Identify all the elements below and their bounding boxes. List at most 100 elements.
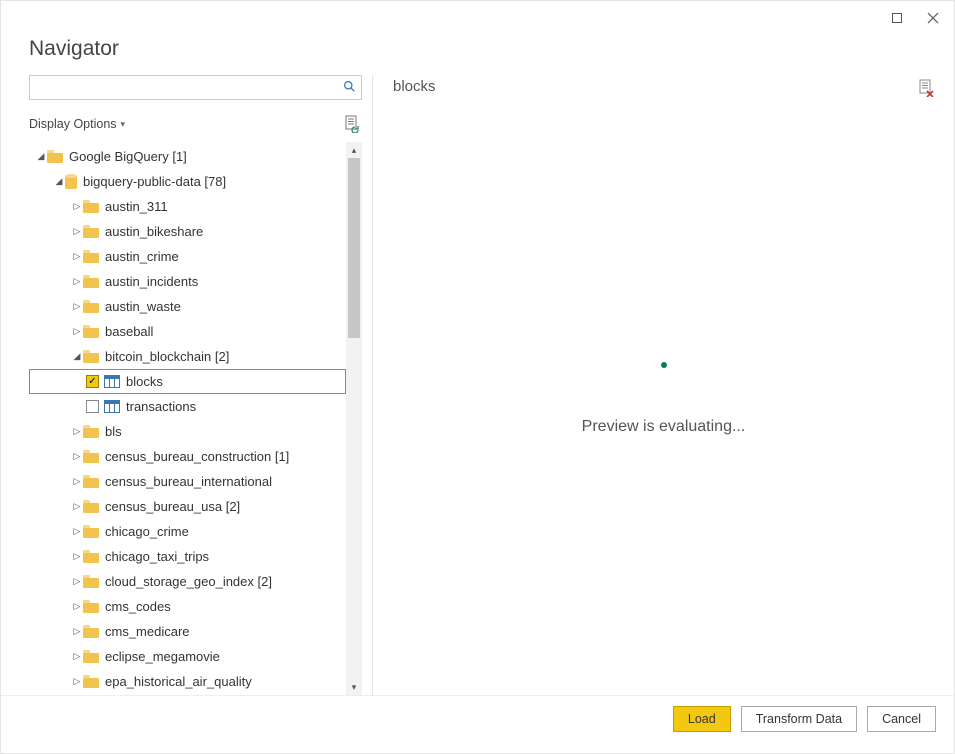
tree-label: austin_311 [105, 199, 168, 214]
folder-icon [83, 450, 99, 463]
preview-pane: blocks Preview is evaluating... [373, 75, 954, 695]
search-box[interactable] [29, 75, 362, 100]
dialog-body: Display Options ▾ ◢ [1, 75, 954, 695]
search-icon[interactable] [337, 80, 361, 96]
folder-icon [83, 300, 99, 313]
tree-node-dataset[interactable]: ▷ cms_codes [29, 594, 346, 619]
transform-data-button[interactable]: Transform Data [741, 706, 857, 732]
expand-icon[interactable]: ▷ [71, 451, 83, 462]
tree-node-dataset[interactable]: ▷ eclipse_megamovie [29, 644, 346, 669]
tree-node-dataset[interactable]: ▷ austin_311 [29, 194, 346, 219]
expand-icon[interactable]: ▷ [71, 301, 83, 312]
expand-icon[interactable]: ▷ [71, 426, 83, 437]
maximize-button[interactable] [888, 9, 906, 27]
expand-icon[interactable]: ▷ [71, 576, 83, 587]
tree-node-dataset[interactable]: ▷ census_bureau_usa [2] [29, 494, 346, 519]
expand-icon[interactable]: ▷ [71, 551, 83, 562]
tree-node-dataset[interactable]: ▷ epa_historical_air_quality [29, 669, 346, 694]
options-row: Display Options ▾ [29, 110, 362, 138]
tree-node-dataset[interactable]: ▷ census_bureau_international [29, 469, 346, 494]
expand-icon[interactable]: ▷ [71, 601, 83, 612]
tree-container: ◢ Google BigQuery [1] ◢ bigquery-public-… [29, 142, 362, 695]
tree-label: cloud_storage_geo_index [2] [105, 574, 272, 589]
spinner-icon [661, 362, 667, 368]
refresh-icon[interactable] [344, 115, 362, 133]
expand-icon[interactable]: ▷ [71, 651, 83, 662]
tree: ◢ Google BigQuery [1] ◢ bigquery-public-… [29, 142, 346, 695]
tree-label: transactions [126, 399, 196, 414]
tree-node-dataset[interactable]: ▷ austin_crime [29, 244, 346, 269]
checkbox[interactable] [86, 400, 99, 413]
tree-node-table-transactions[interactable]: transactions [29, 394, 346, 419]
scrollbar-thumb[interactable] [348, 158, 360, 338]
folder-icon [83, 650, 99, 663]
scroll-up-icon[interactable]: ▴ [346, 142, 362, 158]
expand-icon[interactable]: ◢ [53, 176, 65, 187]
navigator-dialog: Navigator Display Options ▾ [0, 0, 955, 754]
folder-icon [83, 625, 99, 638]
tree-node-dataset[interactable]: ▷ cloud_storage_geo_index [2] [29, 569, 346, 594]
tree-node-table-blocks[interactable]: blocks [29, 369, 346, 394]
tree-node-dataset[interactable]: ▷ austin_bikeshare [29, 219, 346, 244]
expand-icon[interactable]: ▷ [71, 326, 83, 337]
scrollbar[interactable]: ▴ ▾ [346, 142, 362, 695]
load-button[interactable]: Load [673, 706, 731, 732]
tree-node-dataset[interactable]: ▷ bls [29, 419, 346, 444]
expand-icon[interactable]: ▷ [71, 251, 83, 262]
folder-icon [83, 225, 99, 238]
cancel-button[interactable]: Cancel [867, 706, 936, 732]
expand-icon[interactable]: ▷ [71, 526, 83, 537]
preview-status: Preview is evaluating... [582, 418, 746, 436]
tree-node-dataset[interactable]: ▷ austin_incidents [29, 269, 346, 294]
preview-header: blocks [373, 75, 954, 103]
tree-label: bls [105, 424, 122, 439]
chevron-down-icon: ▾ [121, 119, 126, 130]
folder-icon [83, 475, 99, 488]
folder-icon [83, 200, 99, 213]
tree-label: austin_bikeshare [105, 224, 203, 239]
expand-icon[interactable]: ▷ [71, 626, 83, 637]
tree-label: bigquery-public-data [78] [83, 174, 226, 189]
tree-node-dataset[interactable]: ▷ austin_waste [29, 294, 346, 319]
preview-body: Preview is evaluating... [373, 103, 954, 695]
tree-label: cms_medicare [105, 624, 190, 639]
tree-label: cms_codes [105, 599, 171, 614]
display-options-button[interactable]: Display Options ▾ [29, 117, 125, 131]
folder-icon [83, 525, 99, 538]
tree-label: austin_waste [105, 299, 181, 314]
folder-icon [83, 275, 99, 288]
close-button[interactable] [924, 9, 942, 27]
tree-label: blocks [126, 374, 163, 389]
expand-icon[interactable]: ▷ [71, 276, 83, 287]
tree-node-root[interactable]: ◢ Google BigQuery [1] [29, 144, 346, 169]
tree-label: census_bureau_usa [2] [105, 499, 240, 514]
scroll-down-icon[interactable]: ▾ [346, 679, 362, 695]
expand-icon[interactable]: ▷ [71, 226, 83, 237]
folder-icon [83, 325, 99, 338]
expand-icon[interactable]: ▷ [71, 501, 83, 512]
expand-icon[interactable]: ▷ [71, 201, 83, 212]
tree-node-project[interactable]: ◢ bigquery-public-data [78] [29, 169, 346, 194]
tree-label: eclipse_megamovie [105, 649, 220, 664]
tree-node-dataset[interactable]: ▷ census_bureau_construction [1] [29, 444, 346, 469]
tree-node-dataset[interactable]: ▷ cms_medicare [29, 619, 346, 644]
dialog-title: Navigator [1, 35, 954, 75]
expand-icon[interactable]: ◢ [71, 351, 83, 362]
tree-label: bitcoin_blockchain [2] [105, 349, 229, 364]
left-pane: Display Options ▾ ◢ [1, 75, 373, 695]
expand-icon[interactable]: ▷ [71, 476, 83, 487]
expand-icon[interactable]: ▷ [71, 676, 83, 687]
tree-node-dataset[interactable]: ▷ baseball [29, 319, 346, 344]
tree-node-bitcoin[interactable]: ◢ bitcoin_blockchain [2] [29, 344, 346, 369]
expand-icon[interactable]: ◢ [35, 151, 47, 162]
table-icon [104, 400, 120, 413]
tree-node-dataset[interactable]: ▷ chicago_taxi_trips [29, 544, 346, 569]
folder-icon [83, 425, 99, 438]
tree-node-dataset[interactable]: ▷ chicago_crime [29, 519, 346, 544]
search-input[interactable] [30, 78, 337, 97]
clear-preview-icon[interactable] [918, 79, 934, 95]
tree-label: epa_historical_air_quality [105, 674, 252, 689]
folder-icon [83, 500, 99, 513]
checkbox-checked[interactable] [86, 375, 99, 388]
tree-label: austin_incidents [105, 274, 198, 289]
